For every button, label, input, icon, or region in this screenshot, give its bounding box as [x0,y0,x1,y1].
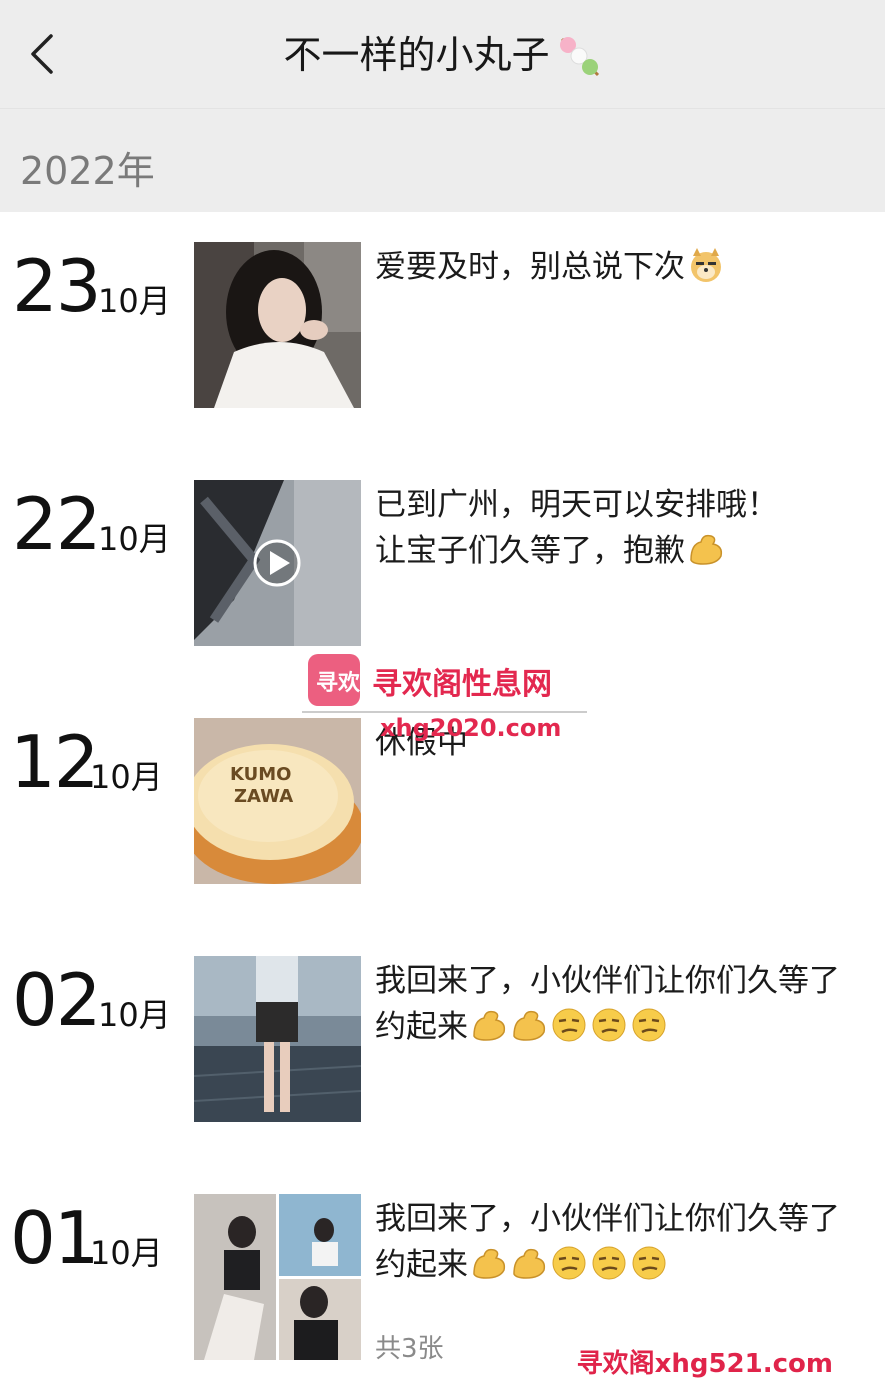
moment-post[interactable]: 01 10月 我回来了，小伙伴们让你们久等了 约起来 共3张 [0,1194,885,1364]
smirk-icon [592,1008,626,1042]
smirk-icon [592,1246,626,1280]
post-day: 22 [12,482,102,566]
dango-icon [559,37,599,77]
moment-post[interactable]: 22 10月 已到广州，明天可以安排哦！ 让宝子们久等了，抱歉 [0,480,885,650]
post-month: 10月 [98,996,171,1034]
watermark-url: xhg2020.com [380,714,561,742]
photo-count: 共3张 [375,1334,444,1364]
year-label: 2022年 [20,149,155,193]
post-month: 10月 [98,520,171,558]
muscle-icon [513,1248,546,1279]
svg-text:KUMO: KUMO [230,764,291,785]
moment-post[interactable]: 02 10月 我回来了，小伙伴们让你们久等了 约起来 [0,956,885,1126]
post-day: 01 [10,1196,100,1280]
post-text-wrap: 我回来了，小伙伴们让你们久等了 约起来 [375,958,865,1050]
svg-text:ZAWA: ZAWA [234,786,293,807]
post-thumbnail[interactable] [194,242,361,408]
post-day: 02 [12,958,102,1042]
watermark-center: 寻欢 寻欢阁性息网 xhg2020.com [302,652,592,742]
smirk-icon [552,1246,586,1280]
collage-thumbnail[interactable] [194,1194,361,1360]
post-month: 10月 [90,758,163,796]
post-day: 12 [10,720,100,804]
post-text: 爱要及时，别总说下次 [375,249,685,285]
muscle-icon [513,1010,546,1041]
page-title: 不一样的小丸子 [283,33,550,77]
top-bar: 不一样的小丸子 [0,0,885,109]
video-thumbnail[interactable] [194,480,361,646]
post-thumbnail[interactable] [194,956,361,1122]
moment-post[interactable]: 23 10月 爱要及时，别总说下次 [0,242,885,412]
smirk-icon [632,1246,666,1280]
post-text-wrap: 爱要及时，别总说下次 [375,244,865,290]
watermark-title: 寻欢阁性息网 [372,667,552,702]
watermark-bottom: 寻欢阁xhg521.com [576,1349,833,1379]
muscle-icon [473,1248,506,1279]
moment-post[interactable]: 12 10月 KUMO ZAWA 休假中 [0,718,885,888]
post-month: 10月 [90,1234,163,1272]
muscle-icon [473,1010,506,1041]
post-month: 10月 [98,282,171,320]
smirk-icon [632,1008,666,1042]
watermark-logo-text: 寻欢 [316,670,361,696]
page-title-wrap: 不一样的小丸子 [0,30,885,80]
doge-icon [691,248,721,282]
post-text-wrap: 我回来了，小伙伴们让你们久等了 约起来 [375,1196,865,1288]
post-text-wrap: 已到广州，明天可以安排哦！ 让宝子们久等了，抱歉 [375,482,865,574]
muscle-icon [690,534,723,565]
smirk-icon [552,1008,586,1042]
post-thumbnail[interactable]: KUMO ZAWA [194,718,361,884]
post-day: 23 [12,244,102,328]
